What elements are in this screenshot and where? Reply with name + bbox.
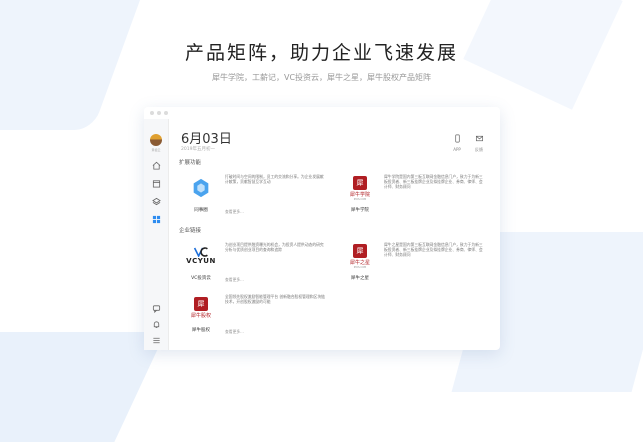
background-shape <box>0 332 166 442</box>
app-label: APP <box>453 147 461 152</box>
card-name: 犀牛股权 <box>192 328 210 333</box>
card-description: 为创业项目提供融资曝光的机会，为投资人提供动态的研究分析与优质创业项目的查询和追… <box>225 242 324 252</box>
xnxy-logo: 犀 犀牛学院 IPOS.COM <box>340 170 380 206</box>
avatar[interactable] <box>150 134 162 146</box>
feedback-button[interactable]: 反馈 <box>469 128 489 153</box>
feedback-icon <box>475 135 483 142</box>
username: 黄祖云 <box>151 148 161 152</box>
card-description: 打破时间与空间的限制，员工的交流和分享。为企业发展献计献策，贡献智慧互学互动 <box>225 174 324 184</box>
bell-icon[interactable] <box>150 318 162 330</box>
window-dot[interactable] <box>150 111 154 115</box>
background-shape <box>0 0 148 130</box>
card-name: 同事圈 <box>194 208 208 213</box>
xngq-logo: 犀 犀牛股权 <box>181 290 221 326</box>
lunar-date: 2019年五月初一 <box>181 147 215 152</box>
card-name: 犀牛学院 <box>351 208 369 213</box>
product-card-xngq[interactable]: 犀 犀牛股权 犀牛股权 全国领先股权激励智能管理平台 创新融合股权管理和区块链技… <box>181 290 341 338</box>
date-title: 6月03日 <box>181 132 232 147</box>
calendar-icon[interactable] <box>150 177 162 189</box>
see-more-link[interactable]: 查看更多... <box>225 209 244 215</box>
product-card-xnzx[interactable]: 犀 犀牛之星 IPOS.COM 犀牛之星 犀牛之星是国内第三板互联网金融信息门户… <box>340 238 500 286</box>
app-button[interactable]: APP <box>447 128 467 152</box>
card-description: 全国领先股权激励智能管理平台 创新融合股权管理和区块链技术，开创股权激励的可能 <box>225 294 325 304</box>
product-card-tongshiquan[interactable]: 同事圈 打破时间与空间的限制，员工的交流和分享。为企业发展献计献策，贡献智慧互学… <box>181 170 341 218</box>
tongshiquan-logo <box>181 170 221 206</box>
hero-title: 产品矩阵，助力企业飞速发展 <box>184 42 458 64</box>
sidebar: 黄祖云 <box>144 119 169 350</box>
window-dot[interactable] <box>164 111 168 115</box>
main-panel: 6月03日 2019年五月初一 APP 反馈 扩展功能 同事圈 打破时间与空间的… <box>169 119 500 350</box>
product-card-vcyun[interactable]: VCYUN VC投资云 为创业项目提供融资曝光的机会，为投资人提供动态的研究分析… <box>181 238 341 286</box>
window-controls <box>150 111 168 115</box>
menu-icon[interactable] <box>150 334 162 346</box>
see-more-link[interactable]: 查看更多... <box>225 329 244 335</box>
layers-icon[interactable] <box>150 195 162 207</box>
chat-icon[interactable] <box>150 302 162 314</box>
product-card-xnxy[interactable]: 犀 犀牛学院 IPOS.COM 犀牛学院 犀牛学院是国内第三板互联网金融信息门户… <box>340 170 500 218</box>
xnzx-logo: 犀 犀牛之星 IPOS.COM <box>340 238 380 274</box>
window-dot[interactable] <box>157 111 161 115</box>
card-name: VC投资云 <box>191 276 211 281</box>
phone-icon <box>454 134 460 143</box>
section-title: 扩展功能 <box>179 160 202 166</box>
card-description: 犀牛之星是国内第三板互联网金融信息门户，致力于为新三板投资者、新三板挂牌企业及拟… <box>384 242 483 257</box>
home-icon[interactable] <box>150 159 162 171</box>
see-more-link[interactable]: 查看更多... <box>225 277 244 283</box>
card-description: 犀牛学院是国内第三板互联网金融信息门户，致力于为新三板投资者、新三板挂牌企业及拟… <box>384 174 483 189</box>
app-window: 黄祖云 6月03日 2019年五月初一 APP 反馈 扩展功能 同事圈 打破时间… <box>144 107 500 350</box>
section-title: 企业链接 <box>179 228 202 234</box>
vcyun-logo: VCYUN <box>181 238 221 274</box>
card-name: 犀牛之星 <box>351 276 369 281</box>
feedback-label: 反馈 <box>475 147 483 152</box>
grid-icon[interactable] <box>150 213 162 225</box>
hero-subtitle: 犀牛学院，工薪记，VC投资云，犀牛之星，犀牛股权产品矩阵 <box>211 73 432 82</box>
